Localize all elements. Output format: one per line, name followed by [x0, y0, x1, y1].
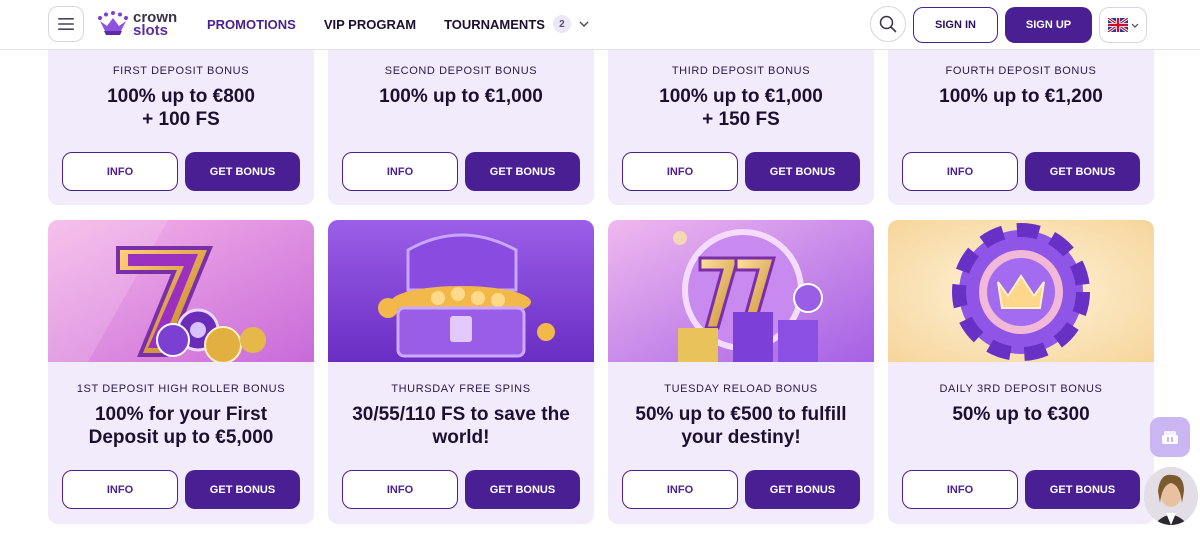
support-agent-avatar[interactable] — [1144, 467, 1198, 525]
get-bonus-button[interactable]: GET BONUS — [185, 152, 300, 191]
info-button[interactable]: INFO — [622, 152, 738, 191]
uk-flag-icon — [1107, 18, 1128, 32]
info-button[interactable]: INFO — [342, 152, 458, 191]
seventy-seven-image — [608, 220, 874, 362]
search-icon — [879, 15, 897, 33]
bonus-card-title: 100% for your First Deposit up to €5,000 — [88, 404, 274, 448]
bonus-card: THIRD DEPOSIT BONUS 100% up to €1,000 + … — [608, 40, 874, 205]
tournaments-count-badge: 2 — [552, 15, 571, 33]
get-bonus-button[interactable]: GET BONUS — [465, 152, 580, 191]
chevron-down-icon — [579, 21, 589, 27]
sign-up-button[interactable]: SIGN UP — [1005, 7, 1092, 43]
get-bonus-button[interactable]: GET BONUS — [465, 470, 580, 509]
get-bonus-button[interactable]: GET BONUS — [1025, 152, 1140, 191]
bonus-card: THURSDAY FREE SPINS 30/55/110 FS to save… — [328, 220, 594, 524]
main-nav: PROMOTIONS VIP PROGRAM TOURNAMENTS 2 — [207, 0, 617, 48]
bonus-card-kicker: DAILY 3RD DEPOSIT BONUS — [939, 383, 1103, 395]
get-bonus-button[interactable]: GET BONUS — [185, 470, 300, 509]
bonus-card: DAILY 3RD DEPOSIT BONUS 50% up to €300 I… — [888, 220, 1154, 524]
bonus-card-title: 100% up to €1,000 — [379, 86, 543, 107]
language-selector[interactable] — [1099, 7, 1147, 43]
bonus-card-kicker: 1ST DEPOSIT HIGH ROLLER BONUS — [76, 383, 286, 395]
bonus-card-title: 100% up to €800 + 100 FS — [107, 86, 255, 130]
info-button[interactable]: INFO — [902, 152, 1018, 191]
sign-in-button[interactable]: SIGN IN — [913, 7, 998, 43]
info-button[interactable]: INFO — [62, 470, 178, 509]
hamburger-icon — [58, 18, 74, 30]
info-button[interactable]: INFO — [62, 152, 178, 191]
bonus-card-kicker: FOURTH DEPOSIT BONUS — [945, 65, 1097, 77]
info-button[interactable]: INFO — [902, 470, 1018, 509]
bonus-card-kicker: FIRST DEPOSIT BONUS — [112, 65, 250, 77]
bonus-card-kicker: SECOND DEPOSIT BONUS — [384, 65, 538, 77]
search-button[interactable] — [870, 6, 906, 42]
get-bonus-button[interactable]: GET BONUS — [745, 470, 860, 509]
bonus-card: FOURTH DEPOSIT BONUS 100% up to €1,200 I… — [888, 40, 1154, 205]
nav-tournaments[interactable]: TOURNAMENTS 2 — [444, 15, 589, 33]
bonus-widget-icon — [1162, 431, 1178, 444]
top-header: crown slots PROMOTIONS VIP PROGRAM TOURN… — [0, 0, 1200, 50]
bonus-card-title: 100% up to €1,000 + 150 FS — [659, 86, 823, 130]
bonus-card-title: 30/55/110 FS to save the world! — [352, 404, 570, 448]
bonus-card: 1ST DEPOSIT HIGH ROLLER BONUS 100% for y… — [48, 220, 314, 524]
bonus-card: SECOND DEPOSIT BONUS 100% up to €1,000 I… — [328, 40, 594, 205]
treasure-chest-image — [328, 220, 594, 362]
lucky-seven-image — [48, 220, 314, 362]
floating-action-button[interactable] — [1150, 417, 1190, 457]
nav-promotions[interactable]: PROMOTIONS — [207, 17, 296, 32]
nav-tournaments-label: TOURNAMENTS — [444, 16, 545, 32]
bonus-card-kicker: THURSDAY FREE SPINS — [391, 383, 531, 395]
bonus-card-kicker: THIRD DEPOSIT BONUS — [671, 65, 811, 77]
chevron-down-icon — [1131, 23, 1138, 28]
bonus-card-title: 100% up to €1,200 — [939, 86, 1103, 107]
crown-icon — [98, 11, 128, 35]
nav-vip-program[interactable]: VIP PROGRAM — [324, 17, 416, 32]
menu-button[interactable] — [48, 6, 84, 42]
bonus-card: FIRST DEPOSIT BONUS 100% up to €800 + 10… — [48, 40, 314, 205]
info-button[interactable]: INFO — [342, 470, 458, 509]
get-bonus-button[interactable]: GET BONUS — [745, 152, 860, 191]
crown-chip-image — [888, 220, 1154, 362]
bonus-card-title: 50% up to €500 to fulfill your destiny! — [635, 404, 847, 448]
bonus-card: TUESDAY RELOAD BONUS 50% up to €500 to f… — [608, 220, 874, 524]
get-bonus-button[interactable]: GET BONUS — [1025, 470, 1140, 509]
info-button[interactable]: INFO — [622, 470, 738, 509]
bonus-card-kicker: TUESDAY RELOAD BONUS — [664, 383, 818, 395]
crown-slots-logo[interactable]: crown slots — [97, 8, 177, 40]
bonus-card-title: 50% up to €300 — [952, 404, 1090, 425]
